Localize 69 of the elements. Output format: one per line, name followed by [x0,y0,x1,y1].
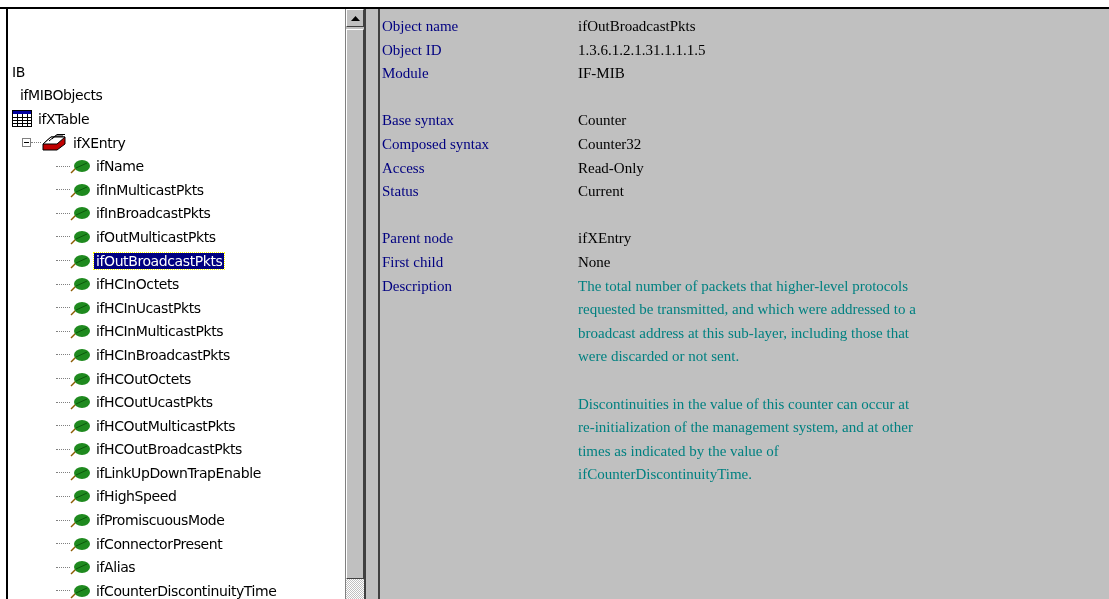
leaf-icon [70,512,90,529]
tree-item[interactable]: ifOutMulticastPkts [94,228,218,245]
field-label: Description [382,276,453,296]
tree-item[interactable]: ifCounterDiscontinuityTime [94,582,279,599]
field-label: Object ID [382,40,443,60]
tree-item[interactable]: ifHCOutUcastPkts [94,394,215,411]
field-value: ifOutBroadcastPkts [578,17,696,36]
tree-item[interactable]: ifInMulticastPkts [94,181,206,198]
field-value: IF-MIB [578,64,625,84]
field-label: Parent node [382,229,455,249]
field-value: None [578,252,611,272]
tree-item[interactable]: ifInBroadcastPkts [94,205,213,222]
field-value: Read-Only [578,158,644,178]
field-value: Current [578,182,624,202]
tree-item[interactable]: ifHCInBroadcastPkts [94,346,232,363]
leaf-icon [70,559,90,576]
leaf-icon [70,346,90,363]
field-label: Object name [382,17,460,36]
tree-item[interactable]: ifName [94,158,146,175]
leaf-icon [70,582,90,599]
leaf-icon [70,299,90,316]
field-value: ifXEntry [578,229,632,249]
description-text: Discontinuities in the value of this counter can occur at re-initialization of the management system, and at other times as indicated by the value of ifCounterDiscontinuityTime. [578,394,914,485]
scroll-up-button[interactable] [346,9,364,27]
tree-item[interactable]: ifHCOutMulticastPkts [94,417,238,434]
field-label: Access [382,158,426,178]
leaf-icon [70,158,90,175]
cards-icon [41,134,67,152]
tree-item[interactable]: ifMIBObjects [18,87,105,104]
tree-item[interactable]: ifXEntry [71,134,128,151]
leaf-icon [70,205,90,222]
tree-item[interactable]: IB [10,63,27,80]
leaf-icon [70,181,90,198]
leaf-icon [70,370,90,387]
field-value: Counter32 [578,134,642,154]
field-label: Module [382,64,430,84]
field-label: Base syntax [382,111,456,131]
field-label: Composed syntax [382,134,491,154]
leaf-icon [70,276,90,293]
tree-item[interactable]: ifConnectorPresent [94,535,225,552]
leaf-icon [70,464,90,481]
tree-item[interactable]: ifHighSpeed [94,488,179,505]
table-icon [12,110,32,128]
tree-item[interactable]: ifHCInUcastPkts [94,299,203,316]
tree-item[interactable]: ifHCInMulticastPkts [94,323,226,340]
leaf-icon [70,488,90,505]
leaf-icon [70,228,90,245]
tree-item[interactable]: ifLinkUpDownTrapEnable [94,464,263,481]
leaf-icon [70,323,90,340]
tree-item[interactable]: ifPromiscuousMode [94,512,227,529]
tree-item[interactable]: ifOutBroadcastPkts [94,252,225,269]
leaf-icon [70,441,90,458]
tree-item[interactable]: ifHCOutOctets [94,370,193,387]
leaf-icon [70,394,90,411]
description-text: The total number of packets that higher-level protocols requested be transmitted, and which were addressed to a broadcast address at this sub-layer, including those that were discarded or not sent. [578,276,917,367]
up-arrow-icon [350,15,360,21]
field-label: Status [382,182,420,202]
leaf-icon [70,252,90,269]
field-label: First child [382,252,445,272]
leaf-icon [70,535,90,552]
tree-item[interactable]: ifHCInOctets [94,276,181,293]
collapse-toggle[interactable] [22,138,31,148]
field-value: 1.3.6.1.2.1.31.1.1.1.5 [578,40,706,60]
tree-item[interactable]: ifHCOutBroadcastPkts [94,441,244,458]
tree-item[interactable]: ifXTable [36,111,92,127]
leaf-icon [70,417,90,434]
splitter-bar[interactable] [364,9,380,599]
field-value: Counter [578,111,627,131]
tree-item[interactable]: ifAlias [94,559,138,576]
